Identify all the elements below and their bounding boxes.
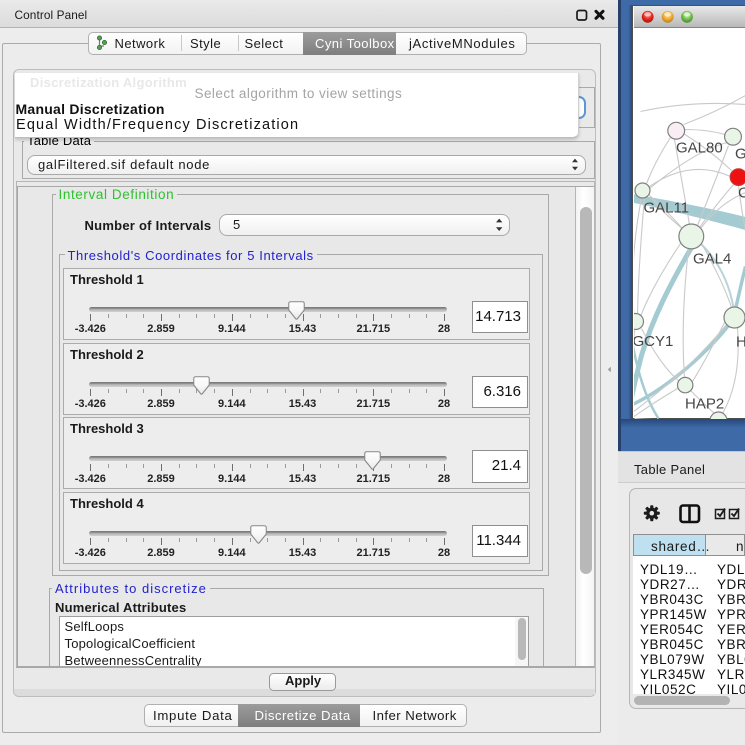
svg-text:GAL80: GAL80 [676, 139, 723, 156]
svg-text:GCY1: GCY1 [634, 333, 673, 350]
svg-text:HA: HA [736, 333, 745, 350]
svg-text:GA: GA [735, 145, 745, 162]
svg-text:GAL4: GAL4 [693, 250, 731, 267]
svg-text:GAL11: GAL11 [643, 199, 689, 216]
svg-text:CY: CY [738, 184, 745, 201]
svg-text:HAP2: HAP2 [685, 395, 724, 412]
